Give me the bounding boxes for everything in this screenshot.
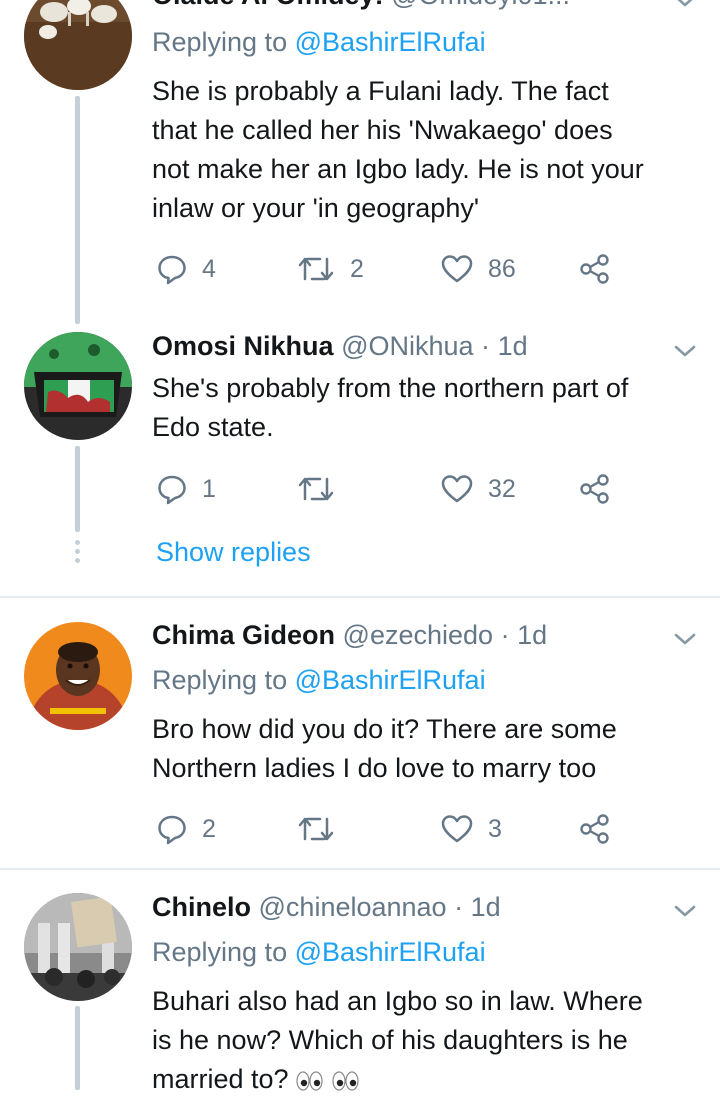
tweet-text-line: Bro how did you do it? There are some	[152, 714, 617, 744]
author-name[interactable]: Chima Gideon	[152, 620, 335, 650]
avatar-tweet-2[interactable]	[24, 332, 132, 440]
retweet-button[interactable]	[296, 472, 336, 506]
share-button[interactable]	[578, 472, 612, 506]
author-handle[interactable]: @chineloannao	[259, 892, 447, 922]
tweet-text-line: Buhari also had an Igbo so in law. Where	[152, 986, 643, 1016]
timestamp[interactable]: 1d	[517, 620, 547, 650]
timestamp[interactable]: 1d	[498, 331, 528, 361]
replying-to: Replying to @BashirElRufai	[152, 935, 486, 969]
mention-link[interactable]: @BashirElRufai	[295, 27, 486, 57]
tweet-text-line: She's probably from the northern part of	[152, 373, 629, 403]
like-count: 32	[488, 474, 516, 503]
eyes-emoji	[295, 1071, 359, 1091]
reply-icon	[158, 815, 186, 845]
replying-to: Replying to @BashirElRufai	[152, 25, 486, 59]
tweet-text-line: is he now? Which of his daughters is he	[152, 1025, 628, 1055]
author-handle[interactable]: @ONikhua	[341, 331, 473, 361]
tweet-text: Bro how did you do it? There are some No…	[152, 710, 702, 788]
divider	[0, 596, 720, 598]
chevron-down-icon[interactable]	[670, 0, 700, 12]
thread-line	[75, 1006, 80, 1090]
reply-icon	[158, 475, 186, 505]
tweet-text: She's probably from the northern part of…	[152, 369, 702, 447]
chevron-down-icon[interactable]	[670, 340, 700, 362]
like-button[interactable]: 3	[440, 812, 502, 846]
share-icon	[580, 474, 609, 504]
show-replies-link[interactable]: Show replies	[156, 535, 311, 569]
retweet-icon	[298, 817, 334, 841]
share-icon	[580, 814, 609, 844]
tweet-text: Buhari also had an Igbo so in law. Where…	[152, 982, 702, 1099]
tweet-text-line: Northern ladies I do love to marry too	[152, 753, 597, 783]
tweet-text: She is probably a Fulani lady. The fact …	[152, 72, 702, 228]
divider	[0, 868, 720, 870]
heart-icon	[441, 815, 473, 843]
replying-to-label: Replying to	[152, 27, 295, 57]
author-handle[interactable]: @Omideyi01...	[391, 0, 570, 10]
avatar-tweet-4[interactable]	[24, 893, 132, 1001]
share-button[interactable]	[578, 812, 612, 846]
like-button[interactable]: 86	[440, 252, 516, 286]
chevron-down-icon[interactable]	[670, 628, 700, 650]
thread-line	[75, 446, 80, 532]
separator-dot: ·	[481, 331, 491, 361]
mention-link[interactable]: @BashirElRufai	[295, 937, 486, 967]
tweet-text-line-last: married to?	[152, 1060, 702, 1099]
author-name[interactable]: Omosi Nikhua	[152, 331, 334, 361]
reply-button[interactable]: 4	[156, 252, 216, 286]
share-icon	[580, 254, 609, 284]
retweet-button[interactable]: 2	[296, 252, 364, 286]
share-button[interactable]	[578, 252, 612, 286]
reply-icon	[158, 255, 186, 285]
chevron-down-icon[interactable]	[670, 900, 700, 922]
tweet-text-line: She is probably a Fulani lady. The fact	[152, 76, 609, 106]
retweet-icon	[298, 257, 334, 281]
reply-count: 1	[202, 474, 216, 503]
thread-more-dots	[75, 540, 80, 567]
reply-button[interactable]: 1	[156, 472, 216, 506]
replying-to-label: Replying to	[152, 665, 295, 695]
tweet-header: Olalde A. Omidey! @Omideyi01...	[152, 0, 570, 12]
like-count: 3	[488, 814, 502, 843]
replying-to: Replying to @BashirElRufai	[152, 663, 486, 697]
tweet-header: Omosi Nikhua @ONikhua · 1d	[152, 329, 528, 363]
tweet-header: Chinelo @chineloannao · 1d	[152, 890, 501, 924]
tweet-header: Chima Gideon @ezechiedo · 1d	[152, 618, 547, 652]
author-name[interactable]: Olalde A. Omidey!	[152, 0, 384, 10]
author-handle[interactable]: @ezechiedo	[343, 620, 494, 650]
retweet-icon	[298, 477, 334, 501]
mention-link[interactable]: @BashirElRufai	[295, 665, 486, 695]
heart-icon	[441, 255, 473, 283]
retweet-count: 2	[350, 254, 364, 283]
reply-count: 2	[202, 814, 216, 843]
separator-dot: ·	[454, 892, 464, 922]
avatar-tweet-3[interactable]	[24, 622, 132, 730]
like-button[interactable]: 32	[440, 472, 516, 506]
author-name[interactable]: Chinelo	[152, 892, 251, 922]
avatar-tweet-1[interactable]	[24, 0, 132, 90]
reply-button[interactable]: 2	[156, 812, 216, 846]
like-count: 86	[488, 254, 516, 283]
heart-icon	[441, 475, 473, 503]
separator-dot: ·	[500, 620, 510, 650]
tweet-text-line: not make her an Igbo lady. He is not you…	[152, 154, 644, 184]
tweet-text-line: inlaw or your 'in geography'	[152, 193, 479, 223]
thread-line	[75, 96, 80, 324]
replying-to-label: Replying to	[152, 937, 295, 967]
reply-count: 4	[202, 254, 216, 283]
timestamp[interactable]: 1d	[471, 892, 501, 922]
tweet-text-line: that he called her his 'Nwakaego' does	[152, 115, 613, 145]
tweet-text-line: Edo state.	[152, 412, 274, 442]
retweet-button[interactable]	[296, 812, 336, 846]
